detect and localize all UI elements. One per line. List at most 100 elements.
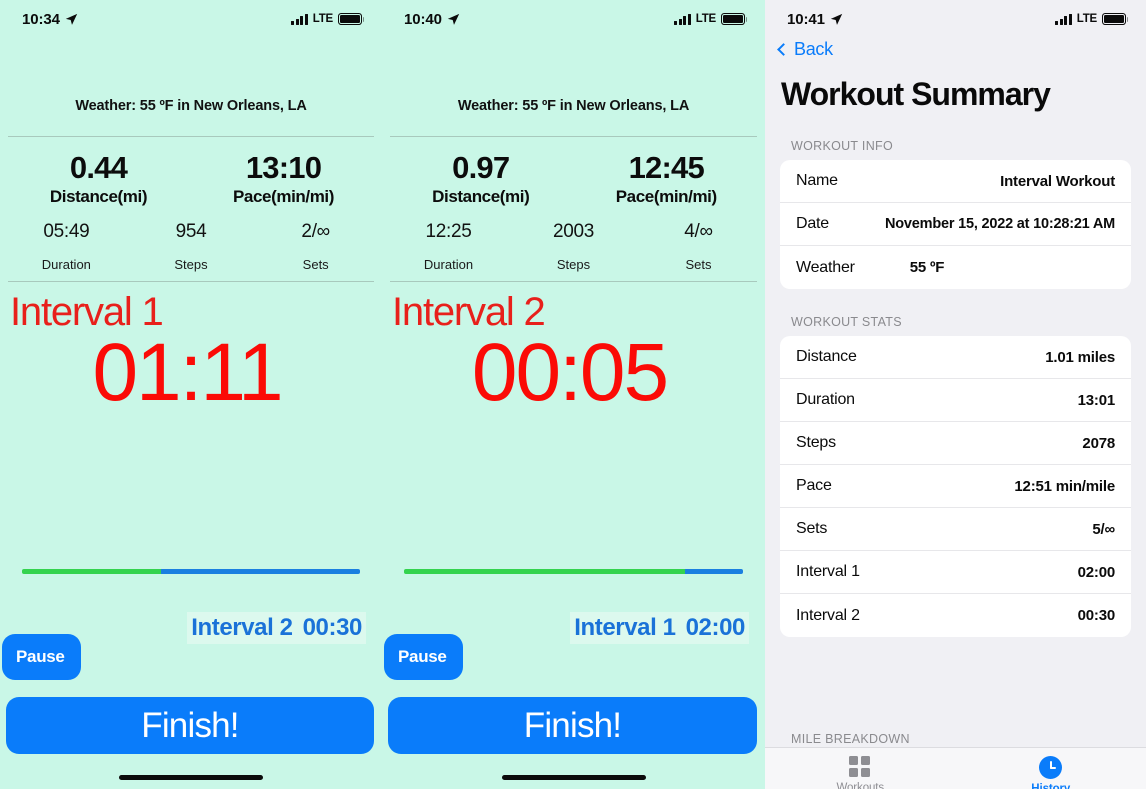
location-arrow-icon [65,13,78,25]
tab-workouts-label: Workouts [836,782,885,789]
table-row[interactable]: Sets 5/∞ [780,508,1131,551]
table-row[interactable]: Interval 2 00:30 [780,594,1131,637]
stat-sets-label: Sets [685,257,712,273]
finish-button[interactable]: Finish! [6,697,374,754]
row-value: 5/∞ [1092,520,1115,538]
tab-bar: Workouts History [765,747,1146,789]
next-interval-name: Interval 1 [574,614,676,641]
next-interval-indicator: Interval 1 02:00 [570,612,749,644]
next-interval-time: 02:00 [685,614,746,641]
stat-distance: 0.44 Distance(mi) [6,151,191,207]
row-value: 02:00 [1077,563,1116,581]
row-key: Interval 1 [796,563,860,580]
tab-workouts[interactable]: Workouts [765,748,956,789]
row-key: Sets [796,520,828,537]
back-button[interactable]: Back [765,34,1146,60]
progress-elapsed-segment [404,569,686,574]
grid-icon [849,756,871,778]
table-row[interactable]: Name Interval Workout [780,160,1131,203]
table-row[interactable]: Date November 15, 2022 at 10:28:21 AM [780,203,1131,246]
pause-button[interactable]: Pause [384,634,463,680]
divider-top [390,136,757,137]
tab-history[interactable]: History [956,748,1146,789]
stat-pace: 12:45 Pace(min/mi) [574,151,760,207]
signal-bars-icon [291,13,308,25]
current-interval-timer: 01:11 [92,327,283,419]
stat-duration-label: Duration [423,257,474,273]
stat-steps-label: Steps [174,257,208,273]
home-indicator[interactable] [119,775,263,780]
weather-line: Weather: 55 ºF in New Orleans, LA [75,98,307,114]
divider-bottom [390,281,757,283]
location-arrow-icon [447,13,460,25]
status-bar-left: 10:34 [22,11,78,28]
stat-steps-label: Steps [556,257,591,273]
stat-pace: 13:10 Pace(min/mi) [191,151,376,207]
status-time: 10:40 [404,10,442,28]
workout-summary-screen: 10:41 LTE Back Workout Summary WORKOUT I… [765,0,1146,789]
row-key: Steps [796,434,836,451]
status-bar-left: 10:41 [787,11,843,28]
progress-remaining-segment [160,569,360,574]
divider-top [8,136,374,137]
row-value: 12:51 min/mile [1014,477,1115,495]
table-row[interactable]: Duration 13:01 [780,379,1131,422]
table-row[interactable]: Pace 12:51 min/mile [780,465,1131,508]
row-key: Date [796,215,829,232]
stat-sets-value: 2/∞ [301,221,330,243]
stat-sets-label: Sets [302,257,329,273]
row-key: Pace [796,477,832,494]
stat-steps: 954 Steps [129,221,254,272]
stat-pace-value: 13:10 [245,150,322,185]
next-interval-time: 00:30 [302,614,363,641]
carrier-label: LTE [695,13,716,25]
row-value: 13:01 [1077,391,1116,409]
row-value: November 15, 2022 at 10:28:21 AM [884,216,1115,232]
stat-duration-value: 12:25 [425,221,472,243]
next-interval-name: Interval 2 [191,614,293,641]
status-bar-left: 10:40 [404,11,460,28]
status-bar: 10:41 LTE [765,0,1146,34]
home-indicator[interactable] [501,775,646,780]
progress-elapsed-segment [22,569,161,574]
next-interval-indicator: Interval 2 00:30 [187,612,366,644]
battery-icon [1102,13,1129,25]
clock-icon [1039,756,1063,779]
row-key: Name [796,172,838,189]
row-value: Interval Workout [1000,172,1115,190]
status-time: 10:41 [787,10,825,28]
stat-distance-value: 0.44 [69,150,128,185]
stat-distance-label: Distance(mi) [432,187,530,207]
stat-sets: 4/∞ Sets [636,221,761,272]
stat-distance-label: Distance(mi) [49,187,148,207]
screenshot-root: 10:34 LTE Weather: 55 ºF in New Orleans,… [0,0,1146,789]
tab-history-label: History [1031,783,1071,789]
finish-button[interactable]: Finish! [388,697,757,754]
stat-steps-value: 2003 [552,221,595,243]
workout-stats-card: Distance 1.01 miles Duration 13:01 Steps… [780,336,1131,637]
stat-duration: 12:25 Duration [386,221,511,272]
status-bar: 10:34 LTE [0,0,382,34]
stat-pace-label: Pace(min/mi) [232,187,334,207]
row-key: Duration [796,391,855,408]
stat-pace-value: 12:45 [628,150,705,185]
section-header-workout-info: WORKOUT INFO [791,139,893,153]
table-row[interactable]: Steps 2078 [780,422,1131,465]
stat-steps: 2003 Steps [511,221,636,272]
stat-duration-value: 05:49 [43,221,90,243]
stat-steps-value: 954 [175,221,207,243]
status-bar-right: LTE [291,13,365,25]
stat-distance-value: 0.97 [452,150,510,185]
table-row[interactable]: Weather 55 ºF [780,246,1131,289]
weather-line: Weather: 55 ºF in New Orleans, LA [457,98,690,114]
row-key: Distance [796,348,857,365]
status-time: 10:34 [22,10,60,28]
pause-button[interactable]: Pause [2,634,81,680]
table-row[interactable]: Interval 1 02:00 [780,551,1131,594]
divider-bottom [8,281,374,283]
workout-info-card: Name Interval Workout Date November 15, … [780,160,1131,289]
table-row[interactable]: Distance 1.01 miles [780,336,1131,379]
carrier-label: LTE [312,13,333,25]
status-bar-right: LTE [674,13,748,25]
run-screen-interval-2: 10:40 LTE Weather: 55 ºF in New Orleans,… [382,0,765,789]
